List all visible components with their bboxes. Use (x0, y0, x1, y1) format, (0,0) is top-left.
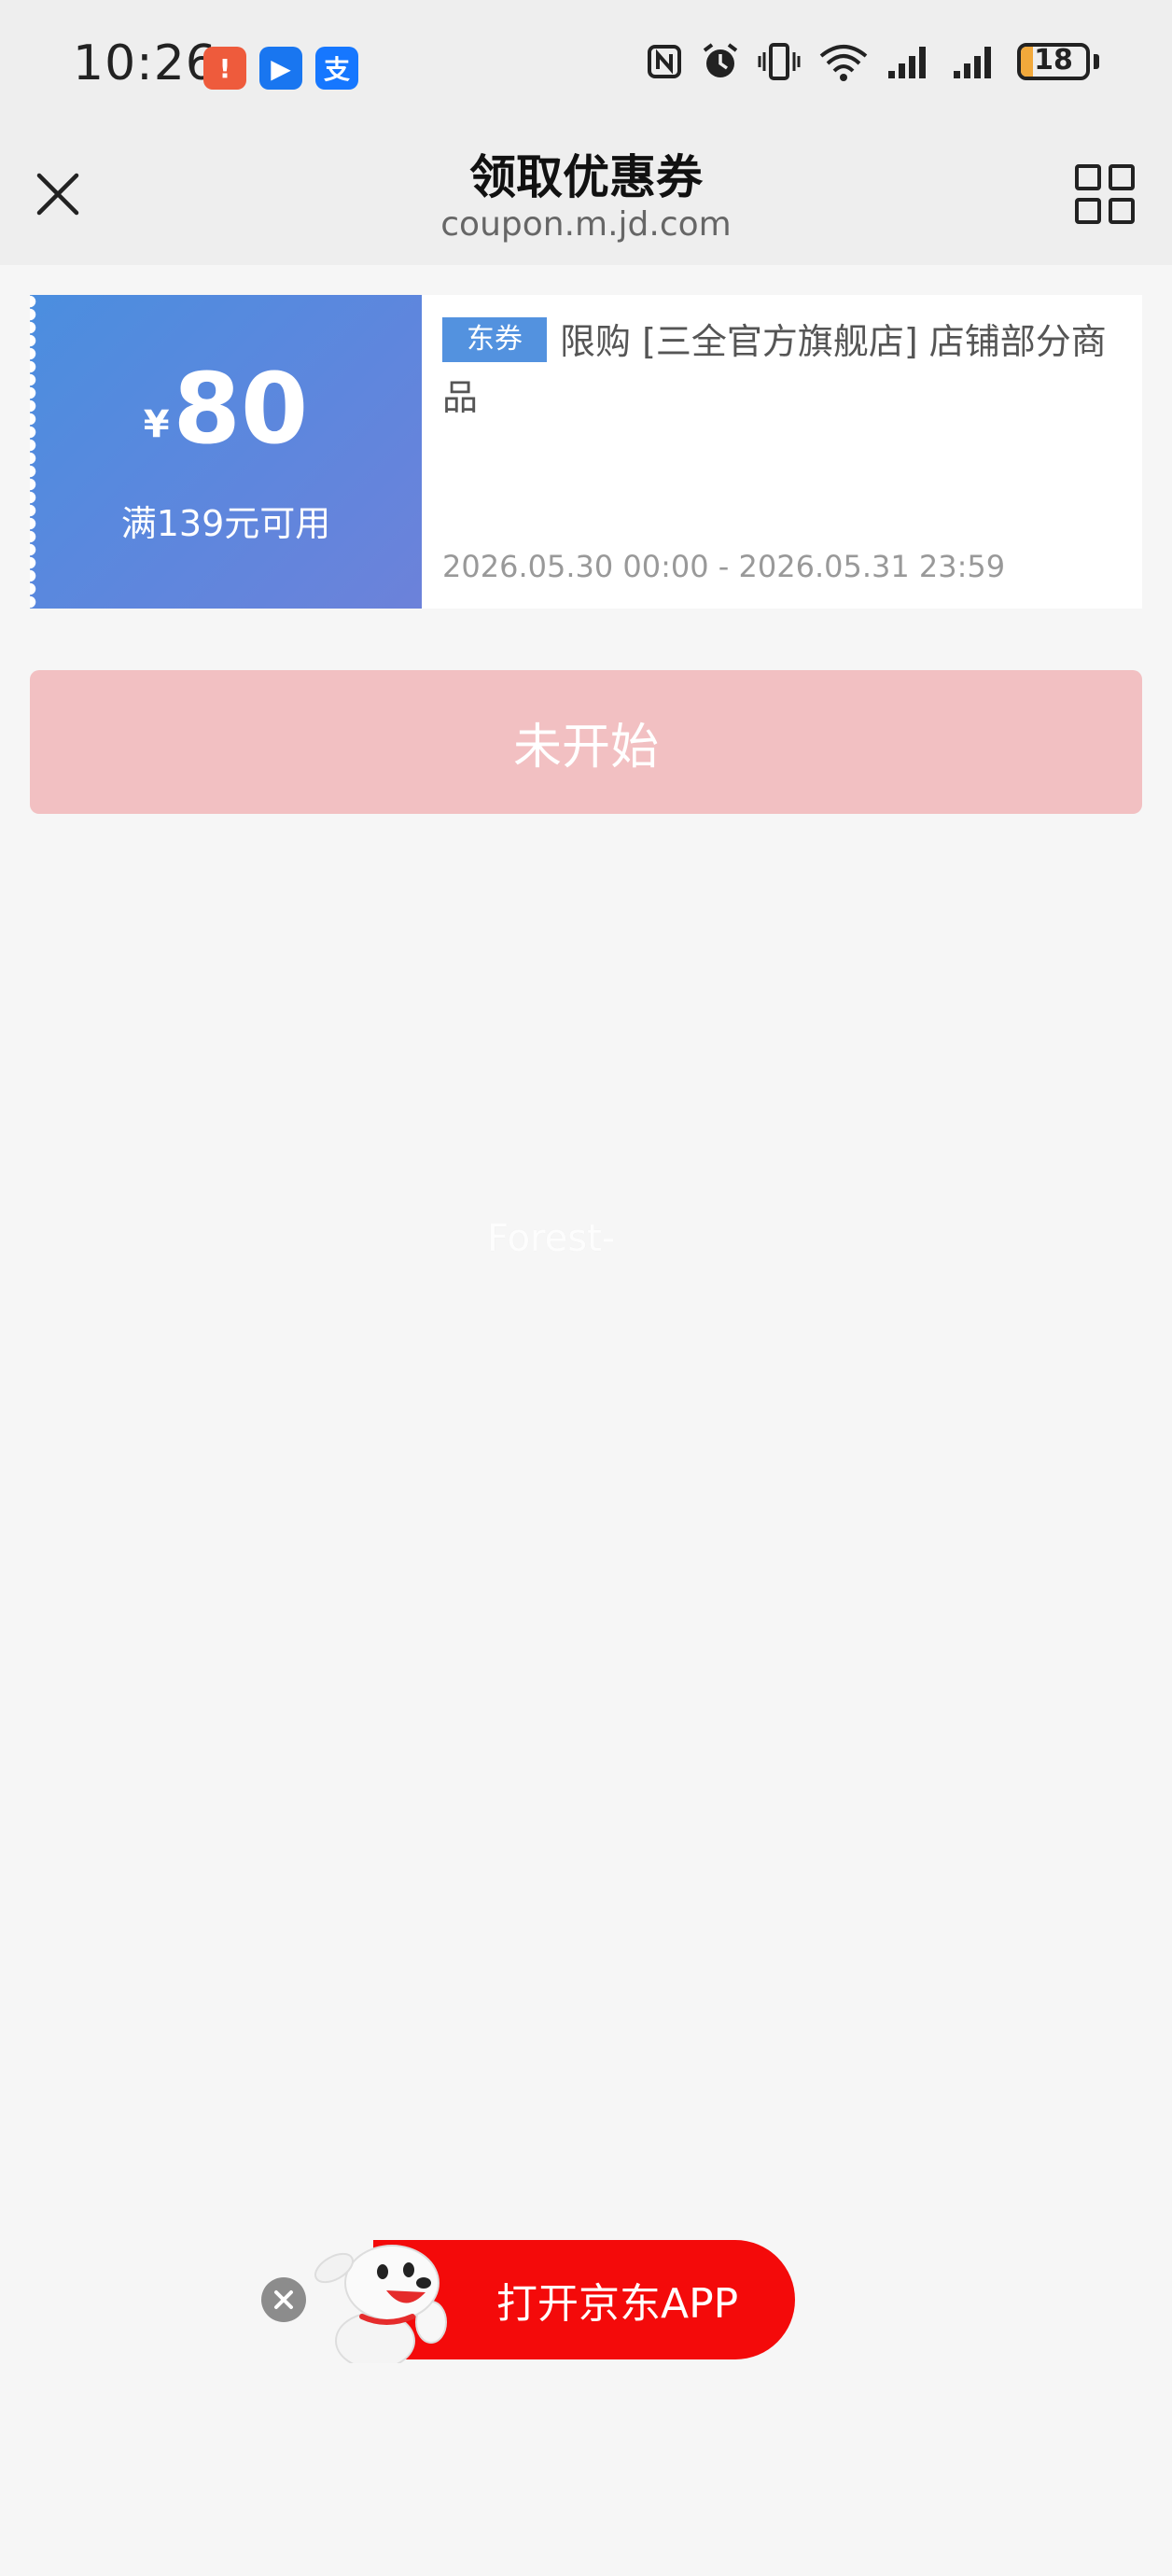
coupon-type-badge: 东券 (442, 317, 547, 362)
nfc-icon (646, 43, 683, 80)
battery-level: 18 (1034, 44, 1073, 77)
watermark: Forest- (487, 1217, 616, 1260)
wifi-icon (817, 41, 870, 82)
status-icons: 18 (646, 41, 1099, 82)
currency-symbol: ¥ (143, 403, 170, 446)
grid-menu-icon (1075, 164, 1135, 224)
status-time: 10:26 (73, 35, 217, 91)
signal-icon (886, 43, 935, 80)
page-url: coupon.m.jd.com (440, 205, 732, 244)
notification-app-icon: ! (203, 47, 246, 90)
not-started-label: 未开始 (512, 719, 659, 776)
battery-icon: 18 (1017, 43, 1090, 80)
nav-bar: 领取优惠券 coupon.m.jd.com (0, 131, 1172, 265)
status-bar: 10:26 ! ▶ 支 18 (0, 0, 1172, 131)
coupon-amount-value: 80 (173, 352, 309, 466)
close-circle-icon (274, 2290, 293, 2309)
coupon-info-panel: 东券 限购 [三全官方旗舰店] 店铺部分商品 2026.05.30 00:00 -… (422, 295, 1142, 609)
coupon-amount: ¥80 (30, 360, 422, 457)
signal-icon (952, 43, 1000, 80)
not-started-button[interactable]: 未开始 (30, 670, 1142, 814)
open-app-label: 打开京东APP (496, 2280, 739, 2328)
alipay-icon: 支 (315, 47, 358, 90)
notification-app-icon: ▶ (259, 47, 302, 90)
coupon-condition: 满139元可用 (120, 503, 331, 544)
menu-button[interactable] (1073, 162, 1137, 226)
alarm-icon (700, 41, 741, 82)
page-title: 领取优惠券 (469, 150, 703, 204)
coupon-validity: 2026.05.30 00:00 - 2026.05.31 23:59 (442, 549, 1006, 584)
coupon-description-block: 东券 限购 [三全官方旗舰店] 店铺部分商品 (442, 314, 1131, 426)
banner-close-button[interactable] (261, 2277, 306, 2322)
coupon-value-panel: ¥80 满139元可用 (30, 295, 422, 609)
vibrate-icon (758, 41, 801, 82)
coupon-card[interactable]: ¥80 满139元可用 东券 限购 [三全官方旗舰店] 店铺部分商品 2026.0… (30, 295, 1142, 609)
jd-dog-mascot-icon (314, 2245, 447, 2363)
